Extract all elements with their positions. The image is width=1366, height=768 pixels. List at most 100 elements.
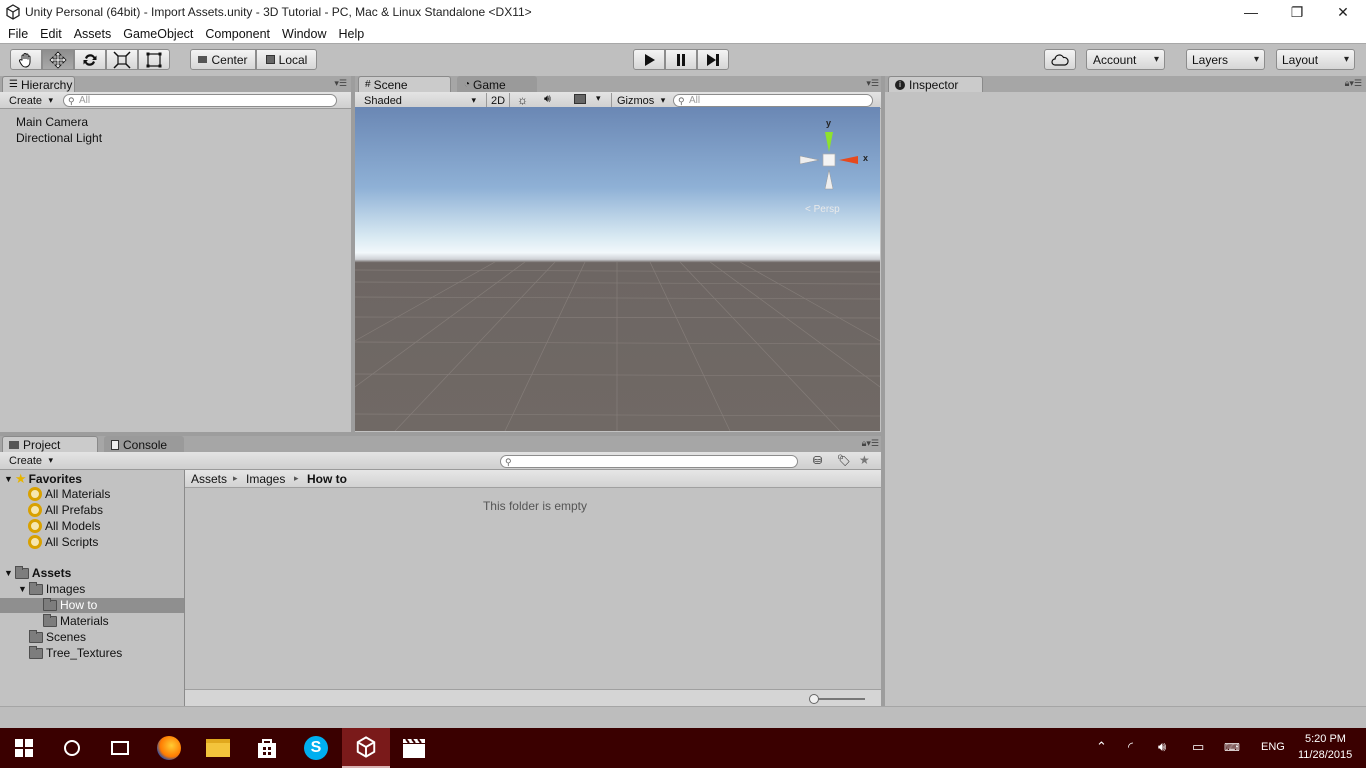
favorite-item[interactable]: All Prefabs (28, 503, 103, 517)
network-wifi-icon[interactable]: ◜ (1128, 739, 1133, 755)
scene-search-input[interactable]: ⚲ All (673, 94, 873, 107)
layers-dropdown[interactable]: Layers (1186, 49, 1265, 70)
project-lock-menu-icon[interactable]: 🔒︎▾☰ (862, 438, 879, 449)
favorite-item[interactable]: All Materials (28, 487, 110, 501)
folder-scenes[interactable]: Scenes (29, 629, 86, 644)
account-dropdown[interactable]: Account (1086, 49, 1165, 70)
persp-text: Persp (813, 204, 840, 215)
hand-icon (18, 52, 31, 68)
scene-viewport[interactable]: y x < Persp (355, 107, 880, 431)
menu-gameobject[interactable]: GameObject (117, 27, 199, 41)
layout-dropdown[interactable]: Layout (1276, 49, 1355, 70)
rotate-tool-button[interactable] (74, 49, 106, 70)
windows-logo-icon (15, 739, 33, 757)
filter-by-label-icon[interactable]: 🏷︎ (837, 454, 851, 467)
project-search-input[interactable]: ⚲ (500, 455, 798, 468)
inspector-lock-icon[interactable]: 🔒︎▾☰ (1345, 78, 1362, 89)
action-center-icon[interactable]: ▭ (1192, 739, 1204, 755)
unity-icon (356, 736, 376, 758)
effects-dropdown-arrow-icon[interactable]: ▾ (596, 93, 601, 104)
favorites-header[interactable]: ▼ ★ Favorites (4, 471, 82, 487)
move-tool-button[interactable] (42, 49, 74, 70)
file-explorer-folder-icon (206, 739, 230, 757)
hierarchy-tab-label: Hierarchy (20, 77, 73, 92)
breadcrumb-assets[interactable]: Assets (191, 472, 227, 486)
volume-icon[interactable]: 🔊︎ (1158, 739, 1166, 755)
search-taskbar-button[interactable] (48, 728, 96, 768)
play-button[interactable] (633, 49, 665, 70)
gizmos-dropdown[interactable]: Gizmos (611, 93, 668, 108)
tab-inspector[interactable]: i Inspector (888, 76, 983, 92)
breadcrumb-how-to[interactable]: How to (307, 472, 347, 486)
pivot-local-button[interactable]: Local (256, 49, 317, 70)
scene-lighting-icon[interactable]: ☼ (517, 93, 528, 107)
pivot-center-button[interactable]: Center (190, 49, 256, 70)
favorite-item[interactable]: All Scripts (28, 535, 98, 549)
tab-scene[interactable]: # Scene (358, 76, 451, 92)
menu-edit[interactable]: Edit (34, 27, 68, 41)
clock-date[interactable]: 11/28/2015 (1298, 749, 1352, 761)
save-search-star-icon[interactable]: ★ (859, 453, 870, 467)
icon-size-slider-track[interactable] (813, 698, 865, 700)
icon-size-slider-thumb[interactable] (809, 694, 819, 704)
shading-mode-dropdown[interactable]: Shaded (359, 93, 479, 108)
tab-console[interactable]: Console (104, 436, 184, 452)
task-view-button[interactable] (96, 728, 144, 768)
menu-help[interactable]: Help (332, 27, 370, 41)
cloud-button[interactable] (1044, 49, 1076, 70)
hierarchy-search-input[interactable]: ⚲ All (63, 94, 337, 107)
pause-button[interactable] (665, 49, 697, 70)
menu-assets[interactable]: Assets (68, 27, 118, 41)
scene-audio-icon[interactable]: 🔊︎ (544, 93, 551, 106)
search-icon: ⚲ (68, 96, 75, 106)
persp-label[interactable]: < Persp (805, 204, 840, 215)
restore-button[interactable]: ❐ (1274, 0, 1320, 24)
skype-taskbar-button[interactable]: S (292, 728, 340, 768)
favorite-item[interactable]: All Models (28, 519, 100, 533)
assets-root-folder[interactable]: ▼ Assets (4, 565, 71, 580)
folder-images[interactable]: ▼ Images (18, 581, 85, 596)
scene-panel-menu-icon[interactable]: ▾☰ (866, 78, 879, 89)
breadcrumb-images[interactable]: Images (246, 472, 285, 486)
filter-by-type-icon[interactable]: ⛁ (813, 454, 822, 467)
hand-tool-button[interactable] (10, 49, 42, 70)
folder-materials[interactable]: Materials (43, 613, 109, 628)
breadcrumb-separator-icon: ▸ (294, 473, 299, 483)
step-button[interactable] (697, 49, 729, 70)
tab-hierarchy[interactable]: ☰ Hierarchy (2, 76, 75, 92)
minimize-button[interactable]: — (1228, 0, 1274, 24)
hierarchy-item-main-camera[interactable]: Main Camera (16, 115, 88, 129)
menu-component[interactable]: Component (199, 27, 276, 41)
unity-taskbar-button[interactable] (342, 728, 390, 768)
scene-effects-icon[interactable] (574, 94, 586, 104)
clock-time[interactable]: 5:20 PM (1305, 733, 1346, 745)
hierarchy-item-directional-light[interactable]: Directional Light (16, 131, 102, 145)
gizmo-x-label: x (863, 153, 869, 163)
game-tab-label: Game (473, 77, 506, 92)
tab-project[interactable]: Project (2, 436, 98, 452)
store-taskbar-button[interactable] (243, 728, 291, 768)
folder-icon (43, 597, 57, 611)
rect-tool-button[interactable] (138, 49, 170, 70)
video-editor-taskbar-button[interactable] (390, 728, 438, 768)
hierarchy-search-placeholder: All (79, 95, 91, 106)
firefox-taskbar-button[interactable] (145, 728, 193, 768)
favorite-label: All Materials (45, 487, 111, 501)
file-explorer-taskbar-button[interactable] (194, 728, 242, 768)
input-language-indicator[interactable]: ENG (1261, 741, 1285, 753)
project-create-dropdown[interactable]: Create (4, 453, 56, 468)
panel-menu-icon[interactable]: ▾☰ (334, 78, 347, 89)
hierarchy-create-dropdown[interactable]: Create (4, 93, 56, 108)
scale-tool-button[interactable] (106, 49, 138, 70)
menu-window[interactable]: Window (276, 27, 332, 41)
tab-game[interactable]: ◔ Game (457, 76, 537, 92)
show-hidden-icons-chevron-icon[interactable]: ⌃ (1096, 739, 1107, 755)
folder-how-to[interactable]: How to (43, 597, 97, 612)
project-tab-label: Project (23, 437, 61, 452)
touch-keyboard-icon[interactable]: ⌨ (1224, 741, 1240, 754)
folder-tree-textures[interactable]: Tree_Textures (29, 645, 122, 660)
2d-toggle-button[interactable]: 2D (486, 93, 510, 108)
menu-file[interactable]: File (2, 27, 34, 41)
start-button[interactable] (0, 728, 48, 768)
close-button[interactable]: ✕ (1320, 0, 1366, 24)
